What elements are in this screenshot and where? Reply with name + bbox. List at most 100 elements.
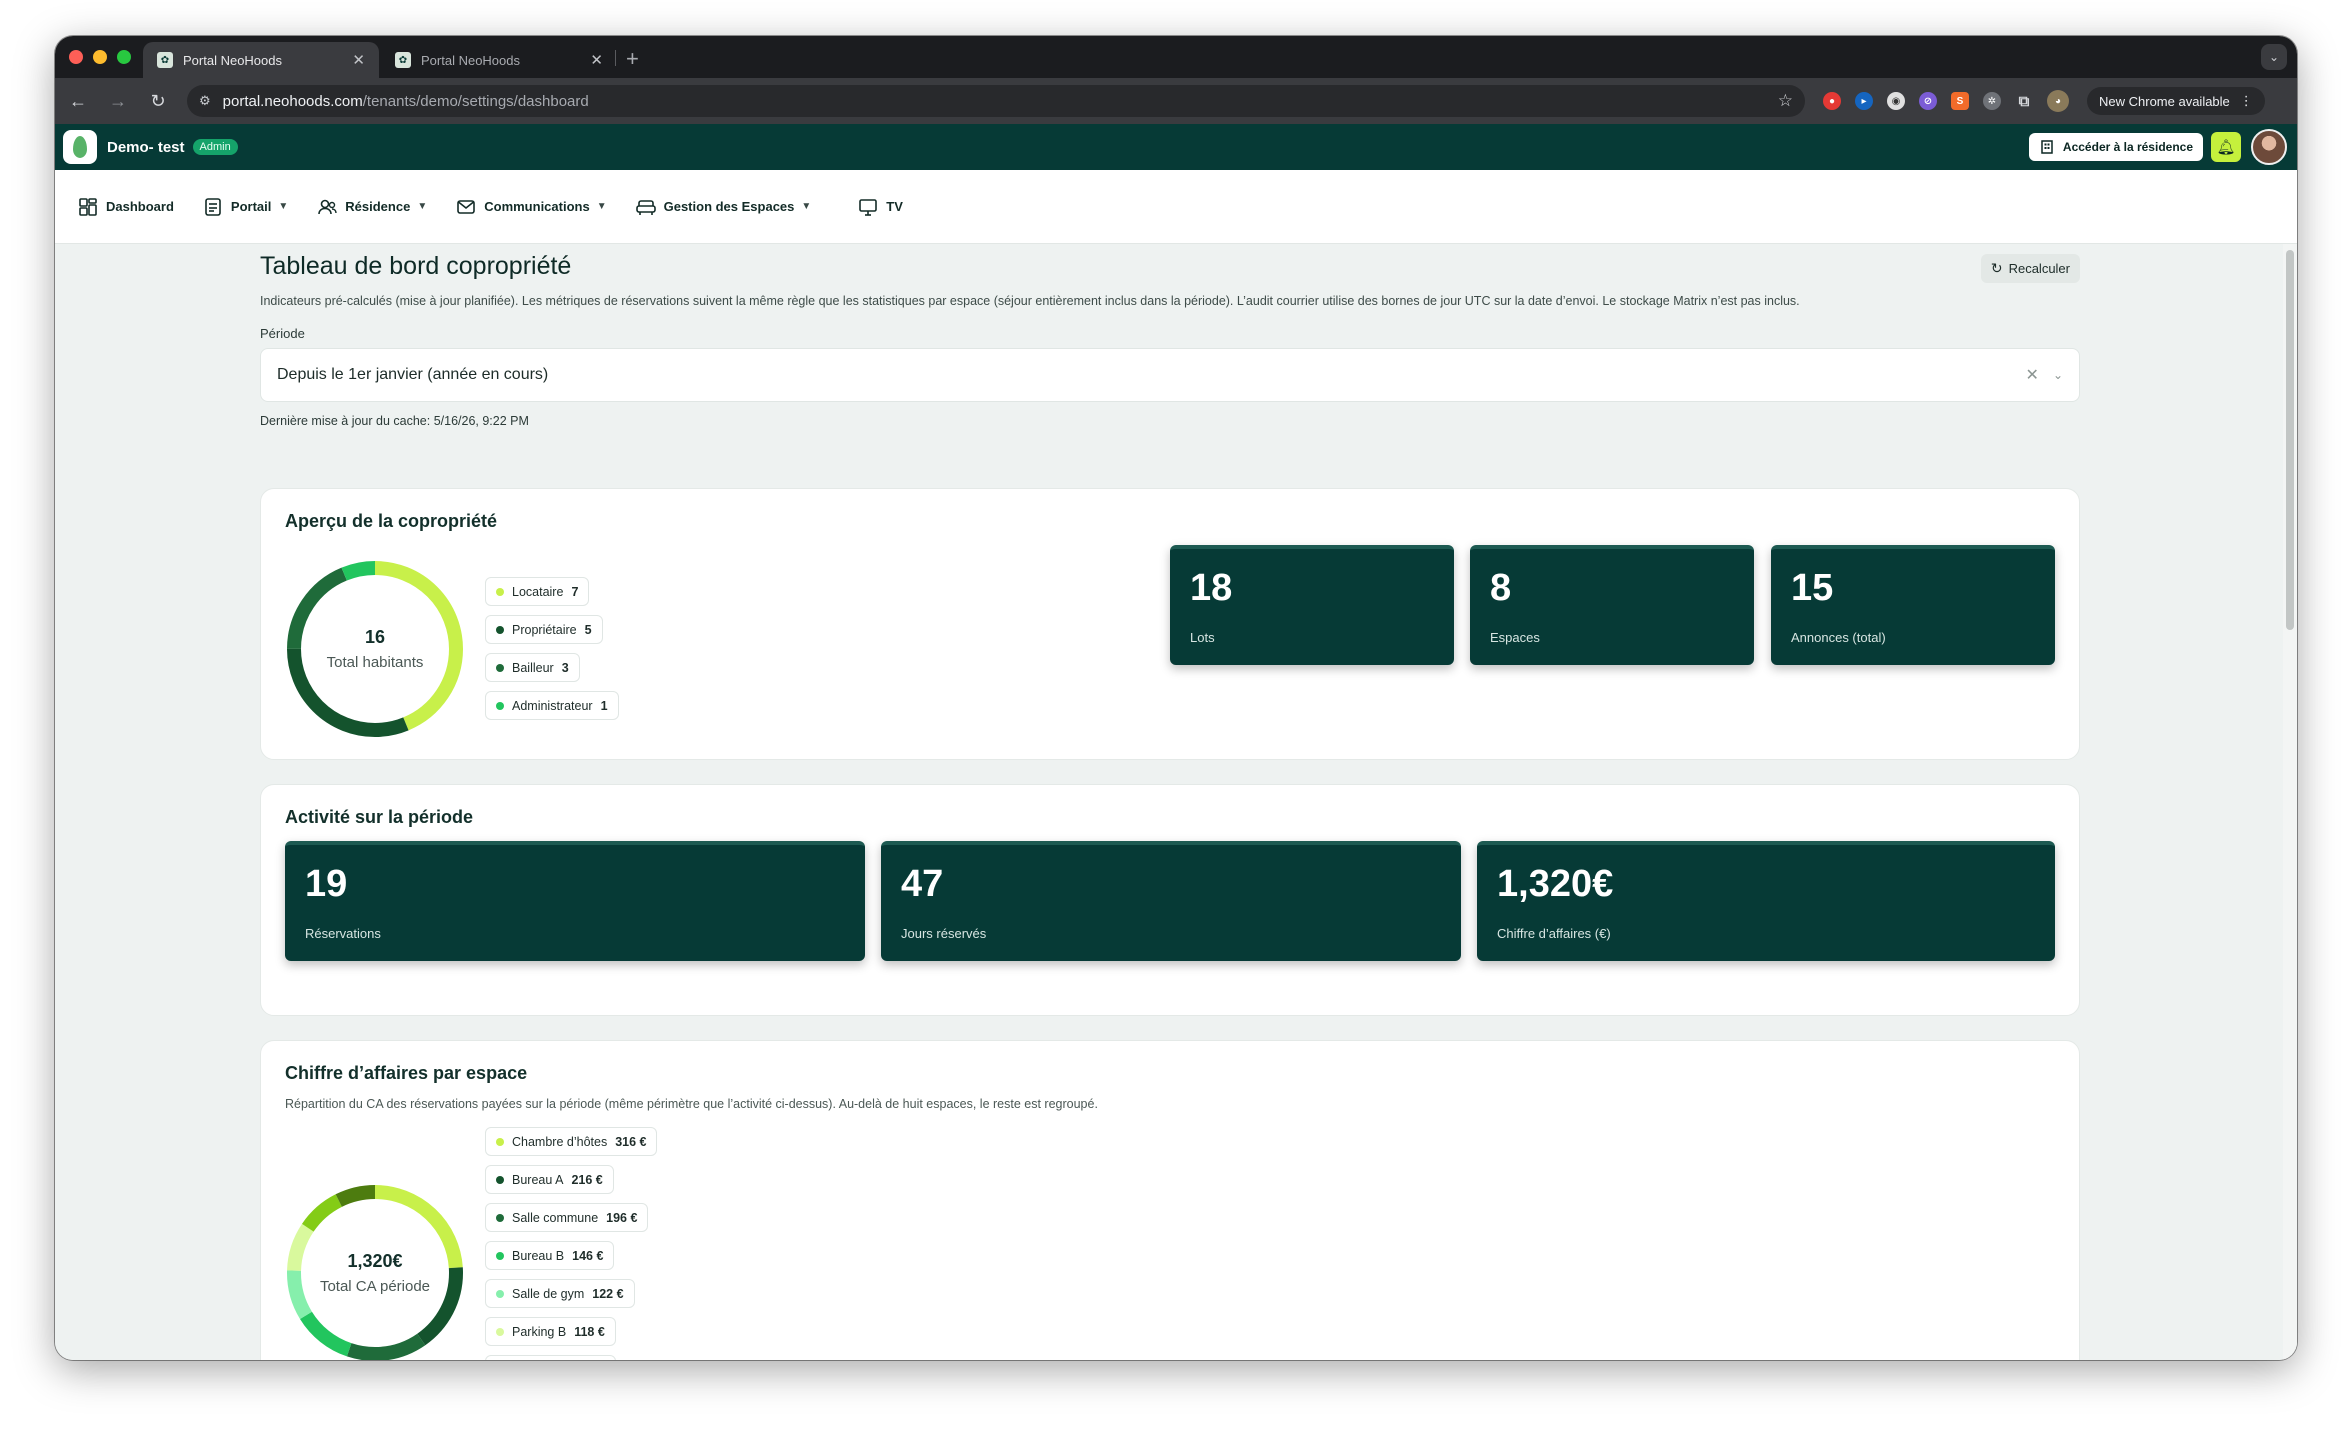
user-avatar[interactable] <box>2251 129 2287 165</box>
period-select[interactable]: Depuis le 1er janvier (année en cours) ✕… <box>260 348 2080 402</box>
residents-legend-item[interactable]: Bailleur 3 <box>485 653 580 682</box>
clear-icon[interactable]: ✕ <box>2026 365 2039 385</box>
nav-tv[interactable]: TV <box>857 196 903 218</box>
sofa-icon <box>635 199 656 215</box>
app-logo[interactable] <box>63 130 97 164</box>
activity-card: Activité sur la période 19 Réservations … <box>260 784 2080 1016</box>
forward-arrow-icon[interactable]: → <box>107 91 129 112</box>
nav-residence[interactable]: Résidence ▼ <box>316 196 427 218</box>
residents-legend-item[interactable]: Propriétaire 5 <box>485 615 603 644</box>
notifications-bell-icon[interactable]: 🔔︎ <box>2211 132 2241 162</box>
nav-dashboard-label: Dashboard <box>106 199 174 214</box>
back-arrow-icon[interactable]: ← <box>67 91 89 112</box>
tab-title: Portal NeoHoods <box>183 52 282 68</box>
extension-red-icon[interactable]: ● <box>1823 92 1841 110</box>
address-bar[interactable]: ⚙ portal.neohoods.com/tenants/demo/setti… <box>187 85 1805 117</box>
dashboard-grid-icon <box>79 197 97 216</box>
revenue-legend-item[interactable]: Chambre d’hôtes 316 € <box>485 1127 658 1156</box>
favicon-icon: ✿ <box>157 52 173 68</box>
bookmark-star-icon[interactable]: ☆ <box>1778 91 1793 111</box>
chevron-down-icon: ▼ <box>278 201 289 212</box>
nav-portail-label: Portail <box>230 199 272 214</box>
browser-tab-active[interactable]: ✿ Portal NeoHoods ✕ <box>143 42 379 78</box>
stat-value: 19 <box>305 863 348 905</box>
legend-dot-icon <box>496 663 504 672</box>
close-tab-icon[interactable]: ✕ <box>352 51 365 69</box>
maximize-window-button[interactable] <box>117 50 131 64</box>
extensions-puzzle-icon[interactable]: ⧉ <box>2015 92 2033 110</box>
period-value: Depuis le 1er janvier (année en cours) <box>277 366 549 383</box>
revenue-legend-item[interactable]: Bureau A 216 € <box>485 1165 614 1194</box>
revenue-legend-item[interactable]: Salle commune 196 € <box>485 1203 649 1232</box>
scrollbar-thumb[interactable] <box>2286 250 2294 630</box>
stat-label: Lots <box>1190 630 1215 645</box>
extension-white-icon[interactable]: ◉ <box>1887 92 1905 110</box>
revenue-legend-item[interactable]: Parking B 118 € <box>485 1317 616 1346</box>
nav-communications[interactable]: Communications ▼ <box>455 196 607 218</box>
tab-search-chevron-icon[interactable]: ⌄ <box>2261 44 2287 70</box>
extension-purple-icon[interactable]: ⊘ <box>1919 92 1937 110</box>
site-settings-icon[interactable]: ⚙ <box>199 93 211 109</box>
residents-legend: Locataire 7 Propriétaire 5 Bailleur 3 Administ… <box>485 577 619 720</box>
extension-orange-icon[interactable]: S <box>1951 92 1969 110</box>
favicon-icon: ✿ <box>395 52 411 68</box>
nav-portail[interactable]: Portail ▼ <box>202 196 288 218</box>
users-icon <box>318 199 337 214</box>
tab-strip: ✿ Portal NeoHoods ✕ ✿ Portal NeoHoods ✕ … <box>55 36 2297 78</box>
chrome-update-label: New Chrome available <box>2099 93 2230 109</box>
legend-label: Bureau A <box>512 1172 564 1187</box>
legend-dot-icon <box>496 1327 504 1336</box>
legend-label: Parking B <box>512 1324 567 1339</box>
stat-label: Jours réservés <box>901 926 987 941</box>
browser-tab[interactable]: ✿ Portal NeoHoods ✕ <box>381 42 617 78</box>
main-content[interactable]: Tableau de bord copropriété ↻ Recalculer… <box>55 244 2297 1360</box>
go-residence-button[interactable]: Accéder à la résidence <box>2028 133 2203 161</box>
nav-dashboard[interactable]: Dashboard <box>77 196 174 218</box>
monitor-icon <box>859 198 878 216</box>
tab-separator <box>615 50 616 66</box>
period-label: Période <box>260 326 305 341</box>
app-header: Demo- test Admin Accéder à la résidence … <box>55 124 2297 170</box>
residents-legend-item[interactable]: Locataire 7 <box>485 577 590 606</box>
close-tab-icon[interactable]: ✕ <box>590 51 603 69</box>
new-tab-icon[interactable]: + <box>626 46 639 72</box>
profile-icon[interactable]: ◕ <box>2047 90 2069 112</box>
stat-value: 47 <box>901 863 944 905</box>
nav-spaces[interactable]: Gestion des Espaces ▼ <box>635 196 811 218</box>
legend-label: Bureau B <box>512 1248 565 1263</box>
url-path: /tenants/demo/settings/dashboard <box>362 92 589 110</box>
close-window-button[interactable] <box>69 50 83 64</box>
legend-value: 122 € <box>592 1286 624 1301</box>
page-scrollbar[interactable] <box>2283 244 2297 1360</box>
nav-spaces-label: Gestion des Espaces <box>663 199 795 214</box>
recalculate-button[interactable]: ↻ Recalculer <box>1980 254 2080 283</box>
revenue-legend-item[interactable]: Bureau B 146 € <box>485 1241 615 1270</box>
extension-gear-icon[interactable]: ✲ <box>1983 92 2001 110</box>
building-icon <box>2041 140 2053 154</box>
revenue-title: Chiffre d’affaires par espace <box>285 1063 528 1083</box>
residents-total: 16 <box>364 627 386 647</box>
legend-value: 1 <box>600 698 608 713</box>
legend-label: Bailleur <box>512 660 554 675</box>
revenue-legend-item[interactable]: Salle de gym 122 € <box>485 1279 635 1308</box>
minimize-window-button[interactable] <box>93 50 107 64</box>
legend-dot-icon <box>496 1251 504 1260</box>
chrome-update-button[interactable]: New Chrome available ⋮ <box>2087 87 2265 115</box>
extension-blue-icon[interactable]: ▸ <box>1855 92 1873 110</box>
legend-label: Locataire <box>512 584 564 599</box>
revenue-legend-item[interactable]: Parking A108 € <box>485 1355 616 1360</box>
stat-card-reservations: 19 Réservations <box>285 841 865 961</box>
kebab-menu-icon[interactable]: ⋮ <box>2240 93 2253 109</box>
residents-legend-item[interactable]: Administrateur 1 <box>485 691 619 720</box>
legend-label: Administrateur <box>512 698 593 713</box>
chevron-down-icon: ▼ <box>417 201 428 212</box>
url-host: portal.neohoods.com <box>222 92 363 110</box>
tab-title: Portal NeoHoods <box>421 52 520 68</box>
stat-card-espaces: 8 Espaces <box>1470 545 1754 665</box>
page-subtitle: Indicateurs pré-calculés (mise à jour pl… <box>260 294 1800 308</box>
overview-card: Aperçu de la copropriété 16 Total habita… <box>260 488 2080 760</box>
legend-dot-icon <box>496 1137 504 1146</box>
chevron-down-icon[interactable]: ⌄ <box>2053 368 2063 382</box>
reload-icon[interactable]: ↻ <box>147 91 169 112</box>
revenue-total: 1,320€ <box>347 1251 403 1271</box>
